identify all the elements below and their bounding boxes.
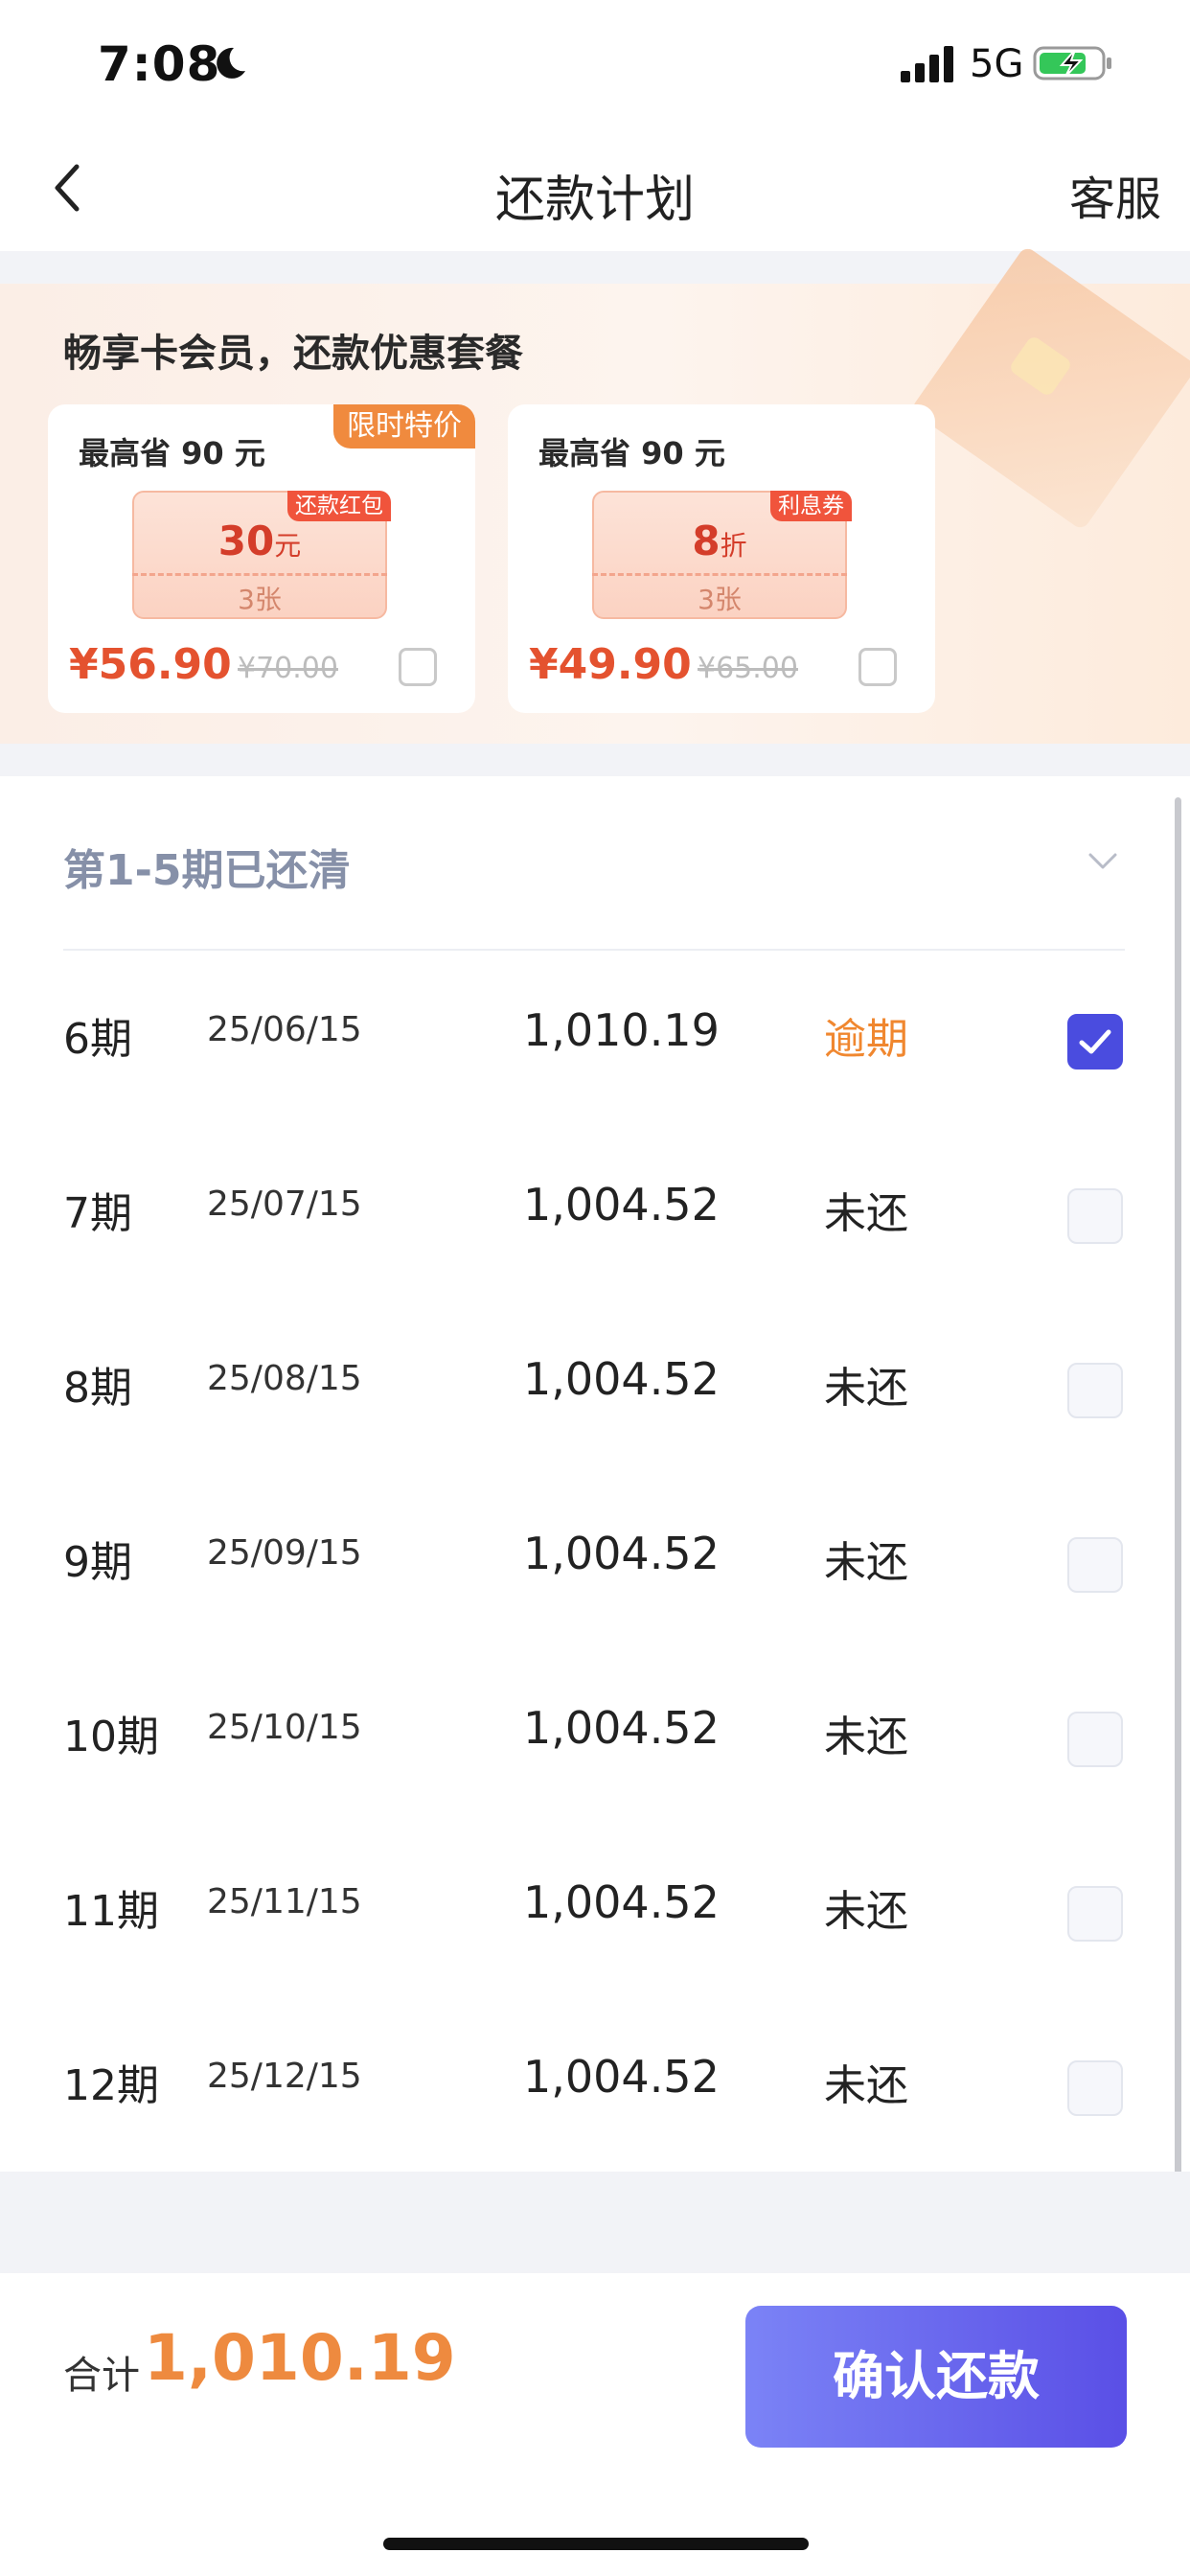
installment-row[interactable]: 12期 25/12/15 1,004.52 未还 <box>0 1997 1190 2172</box>
package-price: ¥56.90 <box>69 640 232 689</box>
coupon-value-number: 8 <box>692 518 721 564</box>
installment-due-date: 25/10/15 <box>207 1708 362 1747</box>
installment-due-date: 25/06/15 <box>207 1010 362 1049</box>
package-checkbox[interactable] <box>399 648 437 686</box>
battery-charging-icon <box>1033 46 1111 80</box>
coupon-value: 8折 <box>592 518 847 564</box>
installment-checkbox-checked[interactable] <box>1067 1014 1123 1070</box>
chevron-down-icon[interactable] <box>1083 847 1123 876</box>
installment-checkbox[interactable] <box>1067 2060 1123 2116</box>
package-save-text: 最高省 90 元 <box>538 435 725 472</box>
section-gap <box>0 744 1190 776</box>
installment-due-date: 25/07/15 <box>207 1184 362 1224</box>
installment-status: 未还 <box>824 1887 908 1936</box>
installment-due-date: 25/08/15 <box>207 1359 362 1398</box>
installment-period: 9期 <box>63 1538 132 1587</box>
installment-status: 未还 <box>824 1713 908 1761</box>
installment-checkbox[interactable] <box>1067 1712 1123 1767</box>
total-label: 合计 <box>63 2354 140 2398</box>
network-type: 5G <box>970 42 1024 86</box>
checkmark-icon <box>1079 1029 1111 1054</box>
scrollbar[interactable] <box>1175 797 1181 2264</box>
installment-checkbox[interactable] <box>1067 1188 1123 1244</box>
installment-period: 6期 <box>63 1015 132 1064</box>
installment-checkbox[interactable] <box>1067 1363 1123 1418</box>
coupon-value-unit: 元 <box>274 530 302 562</box>
installment-due-date: 25/12/15 <box>207 2057 362 2096</box>
installment-status: 未还 <box>824 1189 908 1238</box>
installment-row[interactable]: 9期 25/09/15 1,004.52 未还 <box>0 1474 1190 1648</box>
installment-amount: 1,004.52 <box>523 2051 720 2103</box>
limited-offer-badge: 限时特价 <box>333 404 475 448</box>
package-checkbox[interactable] <box>858 648 897 686</box>
installment-period: 11期 <box>63 1887 159 1936</box>
confirm-repay-button[interactable]: 确认还款 <box>745 2306 1127 2448</box>
installment-status: 未还 <box>824 2061 908 2110</box>
installment-due-date: 25/11/15 <box>207 1882 362 1921</box>
installment-amount: 1,004.52 <box>523 1876 720 1928</box>
installment-row[interactable]: 10期 25/10/15 1,004.52 未还 <box>0 1648 1190 1823</box>
coupon-perforation <box>592 573 847 576</box>
installment-status: 未还 <box>824 1538 908 1587</box>
installment-period: 8期 <box>63 1364 132 1413</box>
banner-title: 畅享卡会员，还款优惠套餐 <box>63 332 523 376</box>
installment-amount: 1,004.52 <box>523 1179 720 1230</box>
installment-amount: 1,004.52 <box>523 1528 720 1579</box>
installment-row[interactable]: 7期 25/07/15 1,004.52 未还 <box>0 1125 1190 1300</box>
coupon-count: 3张 <box>698 584 742 615</box>
installment-checkbox[interactable] <box>1067 1886 1123 1942</box>
installment-amount: 1,004.52 <box>523 1353 720 1405</box>
installment-status: 未还 <box>824 1364 908 1413</box>
package-original-price: ¥65.00 <box>698 652 798 685</box>
paid-periods-toggle[interactable]: 第1-5期已还清 <box>63 836 351 897</box>
installment-checkbox[interactable] <box>1067 1537 1123 1593</box>
package-original-price: ¥70.00 <box>238 652 338 685</box>
installment-status: 逾期 <box>824 1015 908 1064</box>
installment-period: 12期 <box>63 2061 159 2110</box>
coupon-value: 30元 <box>132 518 387 564</box>
coupon-perforation <box>132 573 387 576</box>
installment-row[interactable]: 6期 25/06/15 1,010.19 逾期 <box>0 951 1190 1125</box>
signal-icon <box>901 46 953 82</box>
installment-due-date: 25/09/15 <box>207 1533 362 1573</box>
package-save-text: 最高省 90 元 <box>79 435 265 472</box>
page-title: 还款计划 <box>494 172 695 229</box>
coupon-value-number: 30 <box>217 518 275 564</box>
installment-row[interactable]: 8期 25/08/15 1,004.52 未还 <box>0 1300 1190 1474</box>
installment-row[interactable]: 11期 25/11/15 1,004.52 未还 <box>0 1823 1190 1997</box>
total-amount: 1,010.19 <box>144 2321 456 2395</box>
home-indicator <box>383 2538 809 2550</box>
installment-period: 10期 <box>63 1713 159 1761</box>
installment-amount: 1,004.52 <box>523 1702 720 1754</box>
customer-service-link[interactable]: 客服 <box>1069 161 1161 228</box>
installment-amount: 1,010.19 <box>523 1004 720 1056</box>
status-time: 7:08 <box>98 36 221 92</box>
coupon-count: 3张 <box>238 584 282 615</box>
package-price: ¥49.90 <box>529 640 692 689</box>
list-bottom-gap <box>0 2172 1190 2273</box>
installment-period: 7期 <box>63 1189 132 1238</box>
moon-icon <box>217 47 245 79</box>
coupon-value-unit: 折 <box>720 530 747 562</box>
